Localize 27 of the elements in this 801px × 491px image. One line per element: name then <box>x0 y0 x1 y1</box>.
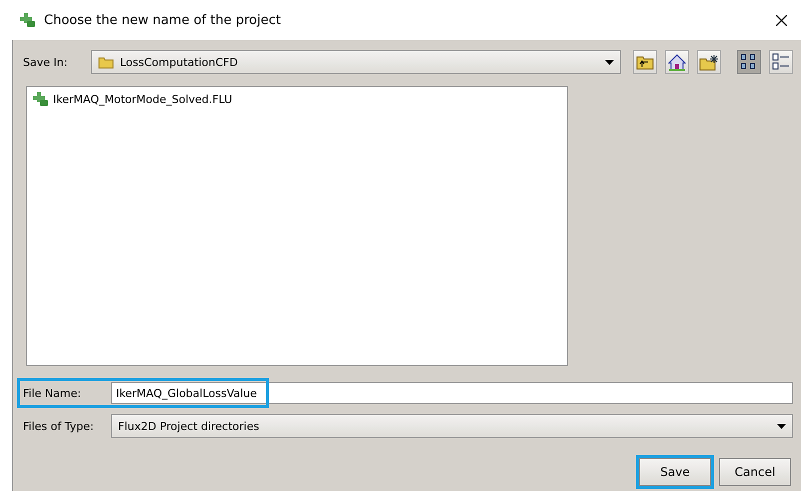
home-icon <box>668 54 686 70</box>
new-folder-icon <box>699 54 719 70</box>
home-button[interactable] <box>665 50 689 74</box>
details-view-button[interactable] <box>769 50 793 74</box>
new-folder-button[interactable] <box>697 50 721 74</box>
grid-view-icon <box>740 53 758 71</box>
file-name-field[interactable]: IkerMAQ_GlobalLossValue <box>111 382 793 404</box>
folder-up-button[interactable] <box>633 50 657 74</box>
dropdown-arrow-icon <box>605 60 614 64</box>
file-type-dropdown[interactable]: Flux2D Project directories <box>111 414 793 438</box>
dropdown-arrow-icon <box>777 424 786 428</box>
file-item[interactable]: IkerMAQ_MotorMode_Solved.FLU <box>53 92 232 106</box>
field-label: Files of Type: <box>23 420 95 432</box>
field-label: File Name: <box>23 386 82 400</box>
folder-icon <box>98 56 114 68</box>
details-view-icon <box>772 53 790 71</box>
folder-dropdown[interactable]: LossComputationCFD <box>91 50 621 74</box>
file-list[interactable]: IkerMAQ_MotorMode_Solved.FLU <box>26 86 568 366</box>
save-button[interactable]: Save <box>639 458 711 486</box>
field-label: Save In: <box>23 56 68 68</box>
app-logo-icon <box>18 12 36 28</box>
project-file-icon <box>31 91 49 107</box>
close-icon <box>776 14 787 26</box>
folder-up-icon <box>636 54 654 70</box>
window-title: Choose the new name of the project <box>44 12 282 28</box>
cancel-button[interactable]: Cancel <box>719 458 791 486</box>
grid-view-button[interactable] <box>737 50 761 74</box>
